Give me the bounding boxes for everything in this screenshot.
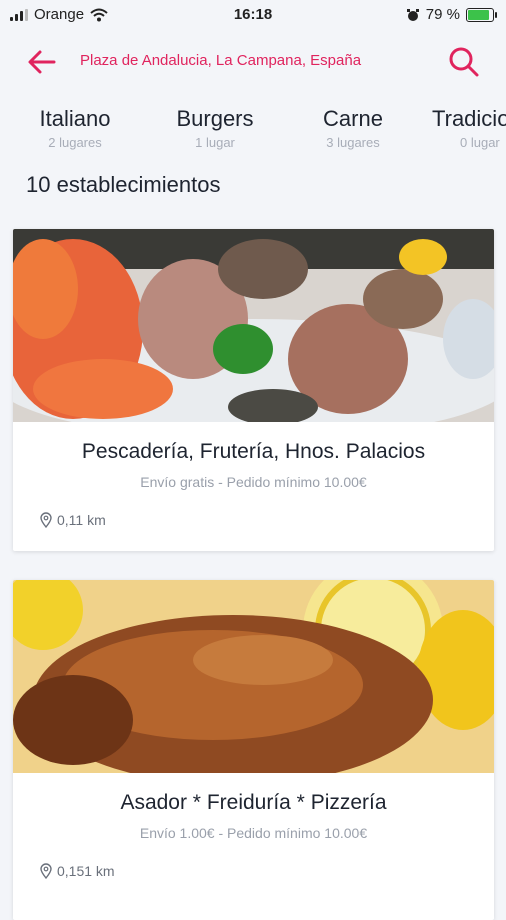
distance-value: 0,11 km: [57, 512, 106, 528]
seafood-photo: [13, 229, 494, 422]
status-right: 79 %: [406, 6, 497, 23]
battery-fill: [468, 9, 489, 20]
establishment-image: [13, 580, 494, 773]
battery-icon: [466, 7, 497, 22]
establishment-image: [13, 229, 494, 422]
distance-value: 0,151 km: [57, 863, 115, 879]
establishment-delivery-info: Envío gratis - Pedido mínimo 10.00€: [140, 474, 367, 490]
establishment-card[interactable]: Pescadería, Frutería, Hnos. Palacios Env…: [13, 229, 494, 551]
search-icon[interactable]: [446, 44, 482, 80]
establishment-distance: 0,11 km: [39, 512, 106, 528]
category-burgers[interactable]: Burgers 1 lugar: [145, 106, 285, 150]
category-tradicional[interactable]: Tradicio 0 lugar: [432, 106, 506, 150]
establishment-name: Pescadería, Frutería, Hnos. Palacios: [81, 440, 426, 463]
category-name: Burgers: [176, 106, 254, 131]
location-pin-icon: [40, 863, 52, 879]
status-bar: Orange 16:18 79 %: [0, 0, 506, 30]
category-italiano[interactable]: Italiano 2 lugares: [5, 106, 145, 150]
battery-percent: 79 %: [425, 6, 460, 23]
category-name: Tradicio: [432, 106, 506, 131]
establishment-name: Asador * Freiduría * Pizzería: [120, 791, 387, 814]
category-carne[interactable]: Carne 3 lugares: [283, 106, 423, 150]
location-label[interactable]: Plaza de Andalucia, La Campana, España: [80, 52, 361, 69]
establishment-distance: 0,151 km: [39, 863, 115, 879]
establishment-card[interactable]: Asador * Freiduría * Pizzería Envío 1.00…: [13, 580, 494, 920]
category-count: 3 lugares: [326, 135, 380, 150]
category-count: 2 lugares: [48, 135, 102, 150]
category-name: Carne: [323, 106, 383, 131]
location-pin-icon: [40, 512, 52, 528]
category-count: 1 lugar: [195, 135, 235, 150]
category-scroller[interactable]: Italiano 2 lugares Burgers 1 lugar Carne…: [0, 106, 506, 160]
roast-chicken-photo: [13, 580, 494, 773]
results-count: 10 establecimientos: [26, 172, 221, 197]
establishment-delivery-info: Envío 1.00€ - Pedido mínimo 10.00€: [139, 825, 368, 841]
category-name: Italiano: [39, 106, 111, 131]
alarm-icon: [406, 8, 419, 21]
category-count: 0 lugar: [460, 135, 500, 150]
header: Plaza de Andalucia, La Campana, España: [0, 38, 506, 86]
back-arrow-icon[interactable]: [24, 44, 60, 80]
